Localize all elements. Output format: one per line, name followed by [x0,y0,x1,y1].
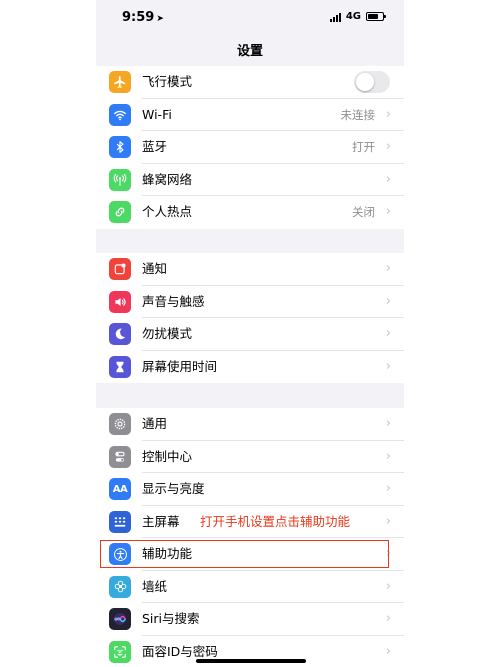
row-label: 蜂窝网络 [142,171,193,187]
chevron-right-icon: › [385,139,391,154]
chevron-right-icon: › [385,106,391,122]
home-indicator[interactable] [196,659,306,663]
chevron-right-icon: › [385,171,391,187]
notifications-icon [109,258,131,280]
settings-row-hotspot[interactable]: 个人热点 关闭 › [96,196,404,229]
airplane-mode-toggle[interactable] [354,71,390,93]
settings-row-notifications[interactable]: 通知 › [96,253,404,286]
settings-row-bluetooth[interactable]: 蓝牙 打开 › [96,131,404,164]
home-screen-icon [109,510,131,533]
chevron-right-icon: › [385,578,391,594]
row-label: 控制中心 [142,448,193,464]
chevron-right-icon: › [385,326,391,341]
row-label: 声音与触感 [142,293,205,309]
bluetooth-icon [109,136,131,158]
status-bar: 9:59 ➤ 4G [96,0,404,34]
row-value: 打开 [352,140,375,154]
settings-row-control-center[interactable]: 控制中心 › [96,441,404,473]
settings-row-screen-time[interactable]: 屏幕使用时间 › [96,351,404,384]
settings-row-airplane-mode[interactable]: 飞行模式 [96,66,404,99]
instruction-annotation: 打开手机设置点击辅助功能 [200,513,351,529]
network-type: 4G [345,11,361,22]
siri-icon [109,608,131,630]
row-label: 屏幕使用时间 [142,358,218,374]
location-arrow-icon: ➤ [156,14,164,24]
hotspot-icon [109,201,131,223]
airplane-icon [109,71,131,93]
row-label: 显示与亮度 [142,481,205,496]
settings-row-cellular[interactable]: 蜂窝网络 › [96,164,404,196]
moon-icon [109,323,131,345]
status-time: 9:59 ➤ [122,10,164,25]
gear-icon [109,413,131,435]
battery-icon [366,12,386,21]
row-label: 飞行模式 [142,74,193,89]
display-icon: AA [109,478,131,500]
settings-row-wallpaper[interactable]: 墙纸 › [96,571,404,603]
sound-icon [109,290,131,313]
row-value: 未连接 [340,107,376,122]
chevron-right-icon: › [385,416,391,431]
row-label: Siri与搜索 [142,611,200,626]
control-center-icon [109,445,131,468]
settings-row-sounds[interactable]: 声音与触感 › [96,286,404,318]
settings-group-notifications: 通知 › 声音与触感 › 勿扰模式 › 屏幕使用时间 › [96,253,404,383]
chevron-right-icon: › [385,358,391,374]
cellular-icon [109,168,131,191]
settings-row-general[interactable]: 通用 › [96,408,404,441]
chevron-right-icon: › [385,293,391,309]
chevron-right-icon: › [385,611,391,626]
row-label: 墙纸 [142,578,168,594]
row-label: 通用 [142,416,168,431]
signal-icon [329,12,341,22]
hourglass-icon [109,355,131,378]
chevron-right-icon: › [385,204,391,219]
chevron-right-icon: › [385,448,391,464]
row-label: 勿扰模式 [142,326,193,341]
settings-group-general: 通用 › 控制中心 › AA 显示与亮度 › 主屏幕 打开手机设置点击辅助功能 … [96,408,404,667]
settings-group-connectivity: 飞行模式 Wi-Fi 未连接 › 蓝牙 打开 › 蜂窝网络 › 个人热点 关闭 … [96,66,404,229]
row-label: Wi-Fi [142,106,172,122]
row-label: 通知 [142,261,168,276]
face-id-icon [109,640,131,663]
page-title: 设置 [236,44,263,59]
row-value: 关闭 [352,205,375,219]
row-label: 个人热点 [142,204,193,219]
settings-row-siri[interactable]: Siri与搜索 › [96,603,404,636]
row-label: 蓝牙 [142,139,168,154]
chevron-right-icon: › [385,261,391,276]
wifi-icon [109,103,131,126]
wallpaper-icon [109,575,131,598]
settings-row-display[interactable]: AA 显示与亮度 › [96,473,404,506]
row-label: 主屏幕 [142,513,180,529]
accessibility-highlight-box [100,540,389,568]
settings-row-wifi[interactable]: Wi-Fi 未连接 › [96,99,404,131]
status-indicators: 4G [329,11,386,22]
settings-row-home-screen[interactable]: 主屏幕 打开手机设置点击辅助功能 › [96,506,404,538]
chevron-right-icon: › [385,513,391,529]
chevron-right-icon: › [385,481,391,496]
settings-row-do-not-disturb[interactable]: 勿扰模式 › [96,318,404,351]
chevron-right-icon: › [385,643,391,659]
